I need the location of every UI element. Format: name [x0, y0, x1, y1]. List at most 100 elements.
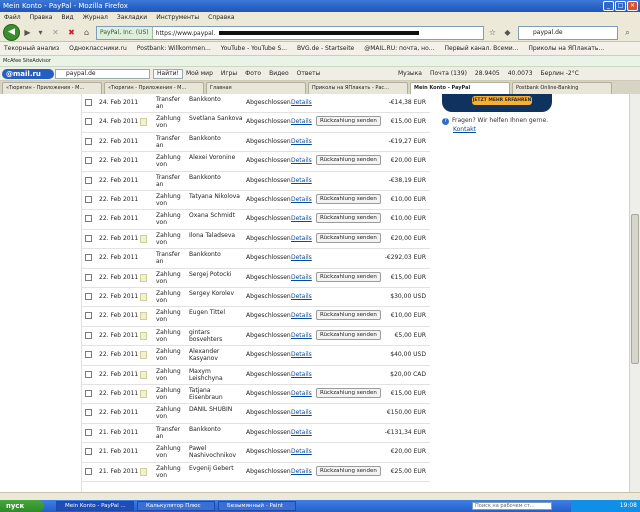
- weather[interactable]: Берлин -2°C: [541, 67, 579, 81]
- menu-item-edit[interactable]: Правка: [30, 12, 53, 23]
- refund-button[interactable]: Rückzahlung senden: [316, 116, 381, 127]
- details-link[interactable]: Details: [291, 293, 312, 300]
- details-link[interactable]: Details: [291, 274, 312, 281]
- back-icon[interactable]: ◀: [3, 24, 20, 41]
- details-link[interactable]: Details: [291, 196, 312, 203]
- mailru-search-input[interactable]: paypal.de: [55, 69, 150, 79]
- learn-more-button[interactable]: JETZT MEHR ERFAHREN: [472, 96, 532, 105]
- note-icon[interactable]: [140, 293, 147, 301]
- tab[interactable]: Главная: [206, 82, 306, 94]
- bookmark-item[interactable]: Приколы на ЯПлакать...: [528, 42, 604, 55]
- details-link[interactable]: Details: [291, 157, 312, 164]
- taskbar-item[interactable]: Mein Konto - PayPal ...: [56, 501, 134, 511]
- rate-eur[interactable]: 40.0073: [508, 67, 533, 81]
- details-link[interactable]: Details: [291, 177, 312, 184]
- note-icon[interactable]: [140, 331, 147, 340]
- menu-item-view[interactable]: Вид: [61, 12, 73, 23]
- refund-button[interactable]: Rückzahlung senden: [316, 194, 381, 204]
- siteadvisor-button[interactable]: McAfee SiteAdvisor: [3, 58, 51, 64]
- forward-icon[interactable]: ▶: [22, 28, 33, 38]
- note-icon[interactable]: [140, 467, 147, 476]
- note-icon[interactable]: [140, 351, 147, 360]
- bookmark-item[interactable]: @MAIL.RU: почта, но...: [364, 42, 434, 55]
- refund-button[interactable]: Rückzahlung senden: [316, 388, 381, 398]
- bookmark-item[interactable]: BVG.de - Startseite: [297, 42, 354, 55]
- close-icon[interactable]: ×: [627, 1, 638, 11]
- refund-button[interactable]: Rückzahlung senden: [316, 329, 381, 340]
- menu-item-tools[interactable]: Инструменты: [156, 12, 199, 23]
- tab[interactable]: «Тюрягин - Приложения - М...: [104, 82, 204, 94]
- details-link[interactable]: Details: [291, 138, 312, 145]
- address-bar[interactable]: PayPal, Inc. (US) https://www.paypal.: [96, 26, 484, 40]
- row-checkbox[interactable]: [85, 176, 92, 184]
- row-checkbox[interactable]: [85, 448, 92, 456]
- minimize-icon[interactable]: _: [603, 1, 614, 11]
- details-link[interactable]: Details: [291, 312, 312, 319]
- mailru-link[interactable]: Фото: [245, 67, 261, 81]
- details-link[interactable]: Details: [291, 99, 312, 106]
- tab[interactable]: «Тюрягин - Приложения - М...: [2, 82, 102, 94]
- details-link[interactable]: Details: [291, 351, 312, 358]
- refund-button[interactable]: Rückzahlung senden: [316, 155, 381, 166]
- bookmark-item[interactable]: Postbank: Willkommen...: [137, 42, 211, 55]
- row-checkbox[interactable]: [85, 99, 92, 106]
- bookmark-item[interactable]: Текорный анализ: [4, 42, 59, 55]
- row-checkbox[interactable]: [85, 196, 92, 203]
- mailru-logo[interactable]: @mail.ru: [2, 69, 54, 79]
- dropdown-icon[interactable]: ▾: [35, 28, 46, 38]
- bookmark-item[interactable]: Первый канал. Всеми...: [444, 42, 518, 55]
- row-checkbox[interactable]: [85, 234, 92, 242]
- details-link[interactable]: Details: [291, 371, 312, 378]
- mailru-link[interactable]: Музыка: [398, 67, 422, 81]
- note-icon[interactable]: [140, 312, 147, 321]
- row-checkbox[interactable]: [85, 467, 92, 475]
- reload-icon[interactable]: ✕: [50, 28, 61, 38]
- vertical-scrollbar[interactable]: [629, 94, 640, 492]
- contact-link[interactable]: Kontakt: [453, 126, 476, 133]
- scrollbar-thumb[interactable]: [631, 214, 639, 364]
- note-icon[interactable]: [140, 370, 147, 379]
- details-link[interactable]: Details: [291, 409, 312, 416]
- details-link[interactable]: Details: [291, 429, 312, 436]
- row-checkbox[interactable]: [85, 409, 92, 417]
- refund-button[interactable]: Rückzahlung senden: [316, 310, 381, 321]
- search-icon[interactable]: ⌕: [622, 28, 633, 38]
- bookmark-item[interactable]: Одноклассники.ru: [69, 42, 127, 55]
- mailru-find-button[interactable]: Найти!: [153, 69, 183, 79]
- mailru-link[interactable]: Ответы: [297, 67, 321, 81]
- taskbar-item[interactable]: Калькулятор Плюс: [137, 501, 215, 511]
- mailru-link[interactable]: Видео: [269, 67, 289, 81]
- search-input[interactable]: paypal.de: [518, 26, 618, 40]
- refund-button[interactable]: Rückzahlung senden: [316, 465, 381, 476]
- tab[interactable]: Приколы на ЯПлакать - Рас...: [308, 82, 408, 94]
- start-button[interactable]: пуск: [0, 500, 44, 512]
- row-checkbox[interactable]: [85, 118, 92, 126]
- menu-item-history[interactable]: Журнал: [83, 12, 108, 23]
- search-engine-icon[interactable]: ◆: [502, 28, 513, 38]
- row-checkbox[interactable]: [85, 254, 92, 262]
- details-link[interactable]: Details: [291, 235, 312, 242]
- details-link[interactable]: Details: [291, 468, 312, 475]
- note-icon[interactable]: [140, 118, 147, 127]
- row-checkbox[interactable]: [85, 370, 92, 378]
- menu-item-file[interactable]: Файл: [4, 12, 21, 23]
- mail-count[interactable]: Почта (139): [430, 67, 467, 81]
- row-checkbox[interactable]: [85, 312, 92, 320]
- details-link[interactable]: Details: [291, 332, 312, 339]
- row-checkbox[interactable]: [85, 215, 92, 223]
- row-checkbox[interactable]: [85, 351, 92, 359]
- mailru-link[interactable]: Мой мир: [186, 67, 213, 81]
- rate-usd[interactable]: 28.9405: [475, 67, 500, 81]
- row-checkbox[interactable]: [85, 428, 92, 436]
- details-link[interactable]: Details: [291, 448, 312, 455]
- desktop-search-input[interactable]: Поиск на рабочем ст...: [472, 502, 552, 510]
- bookmark-item[interactable]: YouTube - YouTube S...: [221, 42, 287, 55]
- refund-button[interactable]: Rückzahlung senden: [316, 213, 381, 224]
- refund-button[interactable]: Rückzahlung senden: [316, 232, 381, 243]
- row-checkbox[interactable]: [85, 157, 92, 165]
- note-icon[interactable]: [140, 234, 147, 243]
- maximize-icon[interactable]: □: [615, 1, 626, 11]
- tab-active[interactable]: Mein Konto - PayPal: [410, 82, 510, 94]
- taskbar-item[interactable]: Безымянный - Paint: [218, 501, 296, 511]
- row-checkbox[interactable]: [85, 137, 92, 145]
